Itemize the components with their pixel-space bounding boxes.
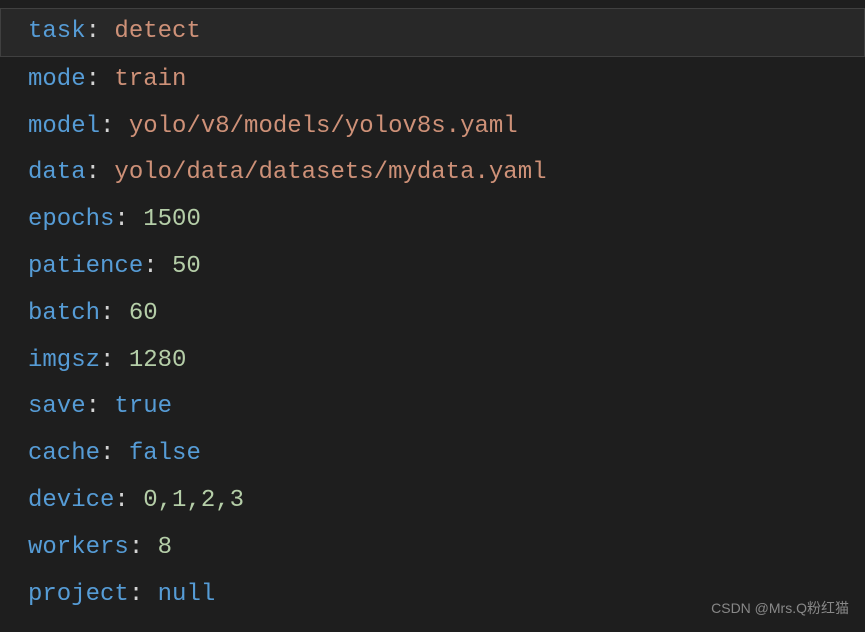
yaml-line[interactable]: imgsz: 1280	[28, 338, 865, 385]
yaml-key: workers	[28, 534, 129, 561]
yaml-key: save	[28, 393, 86, 420]
yaml-key: patience	[28, 253, 143, 280]
yaml-space	[129, 487, 143, 514]
yaml-line[interactable]: device: 0,1,2,3	[28, 478, 865, 525]
yaml-colon: :	[100, 300, 114, 327]
yaml-value: yolo/v8/models/yolov8s.yaml	[129, 113, 518, 140]
yaml-space	[100, 66, 114, 93]
yaml-space	[158, 253, 172, 280]
yaml-value: null	[158, 581, 216, 608]
yaml-colon: :	[86, 18, 100, 45]
watermark: CSDN @Mrs.Q粉红猫	[711, 595, 849, 622]
yaml-key: task	[28, 18, 86, 45]
yaml-value: yolo/data/datasets/mydata.yaml	[114, 159, 546, 186]
yaml-value: false	[129, 440, 201, 467]
yaml-key: epochs	[28, 206, 114, 233]
yaml-line[interactable]: task: detect	[0, 8, 865, 57]
yaml-colon: :	[86, 393, 100, 420]
yaml-colon: :	[100, 440, 114, 467]
yaml-space	[114, 347, 128, 374]
yaml-line[interactable]: model: yolo/v8/models/yolov8s.yaml	[28, 104, 865, 151]
yaml-value: 1280	[129, 347, 187, 374]
yaml-value: 1500	[143, 206, 201, 233]
yaml-space	[143, 581, 157, 608]
yaml-key: project	[28, 581, 129, 608]
yaml-key: device	[28, 487, 114, 514]
yaml-value: true	[114, 393, 172, 420]
yaml-key: mode	[28, 66, 86, 93]
yaml-colon: :	[114, 206, 128, 233]
yaml-colon: :	[114, 487, 128, 514]
yaml-colon: :	[100, 113, 114, 140]
yaml-colon: :	[129, 581, 143, 608]
yaml-space	[114, 300, 128, 327]
yaml-value: 8	[158, 534, 172, 561]
yaml-value: 50	[172, 253, 201, 280]
yaml-space	[114, 113, 128, 140]
yaml-space	[114, 440, 128, 467]
yaml-value: detect	[114, 18, 200, 45]
yaml-line[interactable]: workers: 8	[28, 525, 865, 572]
yaml-line[interactable]: cache: false	[28, 431, 865, 478]
yaml-colon: :	[129, 534, 143, 561]
yaml-line[interactable]: data: yolo/data/datasets/mydata.yaml	[28, 150, 865, 197]
yaml-space	[143, 534, 157, 561]
yaml-colon: :	[100, 347, 114, 374]
yaml-colon: :	[143, 253, 157, 280]
yaml-key: model	[28, 113, 100, 140]
yaml-key: batch	[28, 300, 100, 327]
yaml-line[interactable]: save: true	[28, 384, 865, 431]
yaml-code-block[interactable]: task: detectmode: trainmodel: yolo/v8/mo…	[28, 8, 865, 618]
yaml-key: data	[28, 159, 86, 186]
yaml-space	[100, 18, 114, 45]
yaml-line[interactable]: batch: 60	[28, 291, 865, 338]
yaml-line[interactable]: patience: 50	[28, 244, 865, 291]
yaml-colon: :	[86, 66, 100, 93]
yaml-key: imgsz	[28, 347, 100, 374]
yaml-value: train	[114, 66, 186, 93]
yaml-space	[129, 206, 143, 233]
yaml-line[interactable]: epochs: 1500	[28, 197, 865, 244]
yaml-line[interactable]: mode: train	[28, 57, 865, 104]
yaml-space	[100, 393, 114, 420]
yaml-value: 60	[129, 300, 158, 327]
yaml-key: cache	[28, 440, 100, 467]
yaml-space	[100, 159, 114, 186]
yaml-value: 0,1,2,3	[143, 487, 244, 514]
yaml-colon: :	[86, 159, 100, 186]
